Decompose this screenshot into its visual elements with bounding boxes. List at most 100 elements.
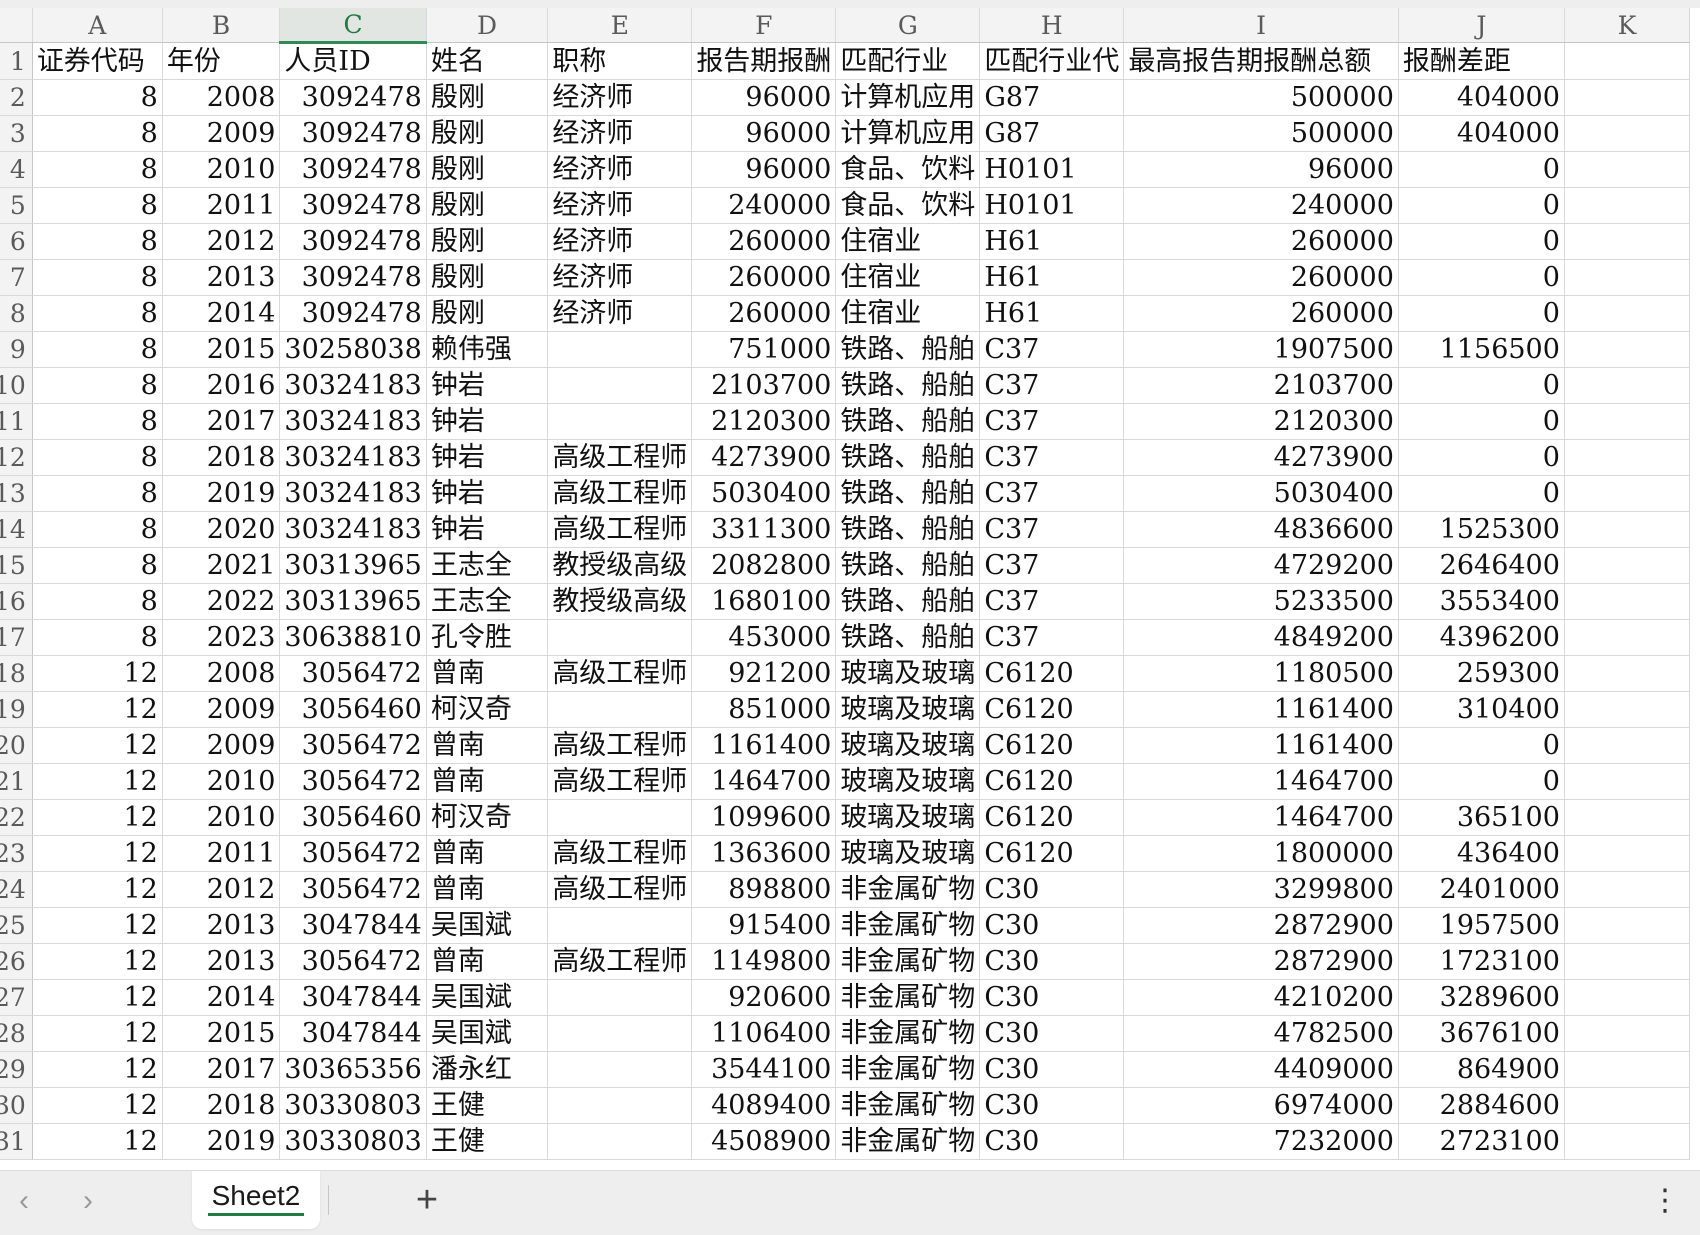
cell[interactable]: 30324183 — [279, 511, 427, 548]
cell[interactable]: 0 — [1398, 367, 1565, 404]
cell[interactable]: C37 — [979, 403, 1125, 440]
cell[interactable]: 钟岩 — [426, 367, 549, 404]
cell[interactable]: 30365356 — [279, 1051, 427, 1088]
cell[interactable]: 8 — [32, 331, 163, 368]
cell[interactable]: 0 — [1398, 151, 1565, 188]
cell[interactable]: 铁路、船舶 — [835, 511, 981, 548]
row-number[interactable]: 8 — [0, 295, 33, 332]
cell[interactable]: 孔令胜 — [426, 619, 549, 656]
row-number[interactable]: 20 — [0, 727, 33, 764]
header-cell[interactable]: 年份 — [162, 42, 281, 80]
cell[interactable]: 240000 — [1123, 187, 1399, 224]
cell[interactable]: 0 — [1398, 259, 1565, 296]
cell[interactable] — [547, 403, 693, 440]
cell[interactable]: 8 — [32, 151, 163, 188]
cell[interactable]: 1800000 — [1123, 835, 1399, 872]
cell[interactable]: 经济师 — [547, 115, 693, 152]
cell[interactable]: 王健 — [426, 1087, 549, 1124]
cell[interactable]: 玻璃及玻璃 — [835, 655, 981, 692]
cell[interactable] — [1564, 1015, 1691, 1052]
cell[interactable]: 30258038 — [279, 331, 427, 368]
cell[interactable]: H0101 — [979, 187, 1125, 224]
cell[interactable]: 1464700 — [1123, 799, 1399, 836]
cell[interactable] — [1564, 547, 1691, 584]
cell[interactable]: 曾南 — [426, 835, 549, 872]
cell[interactable]: 3056472 — [279, 727, 427, 764]
column-header[interactable]: F — [691, 8, 837, 43]
cell[interactable]: H0101 — [979, 151, 1125, 188]
cell[interactable]: 2401000 — [1398, 871, 1565, 908]
cell[interactable]: 高级工程师 — [547, 763, 693, 800]
cell[interactable]: 铁路、船舶 — [835, 619, 981, 656]
cell[interactable]: 920600 — [691, 979, 837, 1016]
row-number[interactable]: 18 — [0, 655, 33, 692]
cell[interactable]: 8 — [32, 511, 163, 548]
column-header[interactable]: E — [547, 8, 693, 43]
cell[interactable]: 12 — [32, 1123, 163, 1160]
row-number[interactable]: 24 — [0, 871, 33, 908]
cell[interactable]: 2017 — [162, 403, 281, 440]
column-header[interactable]: K — [1564, 8, 1691, 43]
cell[interactable]: 6974000 — [1123, 1087, 1399, 1124]
cell[interactable]: 1149800 — [691, 943, 837, 980]
cell[interactable]: 殷刚 — [426, 259, 549, 296]
cell[interactable] — [1564, 295, 1691, 332]
cell[interactable]: C6120 — [979, 727, 1125, 764]
header-cell[interactable]: 职称 — [547, 42, 693, 80]
cell[interactable]: 4273900 — [691, 439, 837, 476]
cell[interactable]: 食品、饮料 — [835, 151, 981, 188]
cell[interactable]: 曾南 — [426, 655, 549, 692]
cell[interactable]: H61 — [979, 223, 1125, 260]
cell[interactable]: 3289600 — [1398, 979, 1565, 1016]
cell[interactable]: 殷刚 — [426, 79, 549, 116]
cell[interactable]: 殷刚 — [426, 187, 549, 224]
header-cell[interactable]: 匹配行业代 — [979, 42, 1125, 80]
cell[interactable] — [547, 1015, 693, 1052]
cell[interactable] — [547, 619, 693, 656]
cell[interactable]: 殷刚 — [426, 295, 549, 332]
cell[interactable]: 非金属矿物 — [835, 1087, 981, 1124]
cell[interactable] — [1564, 655, 1691, 692]
cell[interactable]: 2018 — [162, 1087, 281, 1124]
select-all-corner[interactable] — [0, 8, 33, 43]
cell[interactable]: 12 — [32, 1015, 163, 1052]
cell[interactable]: 8 — [32, 187, 163, 224]
header-cell[interactable]: 证券代码 — [32, 42, 163, 80]
cell[interactable] — [1564, 1051, 1691, 1088]
cell[interactable]: 非金属矿物 — [835, 979, 981, 1016]
cell[interactable]: 2008 — [162, 655, 281, 692]
cell[interactable]: 8 — [32, 115, 163, 152]
cell[interactable] — [547, 1051, 693, 1088]
cell[interactable]: 铁路、船舶 — [835, 439, 981, 476]
cell[interactable]: 经济师 — [547, 295, 693, 332]
column-header-active[interactable]: C — [279, 8, 427, 44]
cell[interactable]: 1161400 — [1123, 691, 1399, 728]
cell[interactable]: 2018 — [162, 439, 281, 476]
cell[interactable]: 2723100 — [1398, 1123, 1565, 1160]
cell[interactable]: C6120 — [979, 763, 1125, 800]
cell[interactable]: C37 — [979, 331, 1125, 368]
cell[interactable]: C6120 — [979, 655, 1125, 692]
cell[interactable]: C30 — [979, 1087, 1125, 1124]
cell[interactable]: 921200 — [691, 655, 837, 692]
cell[interactable]: 8 — [32, 259, 163, 296]
header-cell[interactable]: 姓名 — [426, 42, 549, 80]
cell[interactable]: 1957500 — [1398, 907, 1565, 944]
cell[interactable]: 96000 — [1123, 151, 1399, 188]
cell[interactable]: C30 — [979, 871, 1125, 908]
cell[interactable]: 0 — [1398, 439, 1565, 476]
cell[interactable]: C37 — [979, 475, 1125, 512]
cell[interactable]: 3056472 — [279, 763, 427, 800]
cell[interactable]: 3047844 — [279, 907, 427, 944]
cell[interactable]: 曾南 — [426, 763, 549, 800]
cell[interactable]: 5030400 — [691, 475, 837, 512]
cell[interactable]: C37 — [979, 619, 1125, 656]
cell[interactable]: 898800 — [691, 871, 837, 908]
cell[interactable]: 5030400 — [1123, 475, 1399, 512]
cell[interactable]: C6120 — [979, 691, 1125, 728]
cell[interactable]: 851000 — [691, 691, 837, 728]
cell[interactable]: 3092478 — [279, 115, 427, 152]
cell[interactable]: 365100 — [1398, 799, 1565, 836]
header-cell[interactable]: 匹配行业 — [835, 42, 981, 80]
cell[interactable]: 2015 — [162, 1015, 281, 1052]
